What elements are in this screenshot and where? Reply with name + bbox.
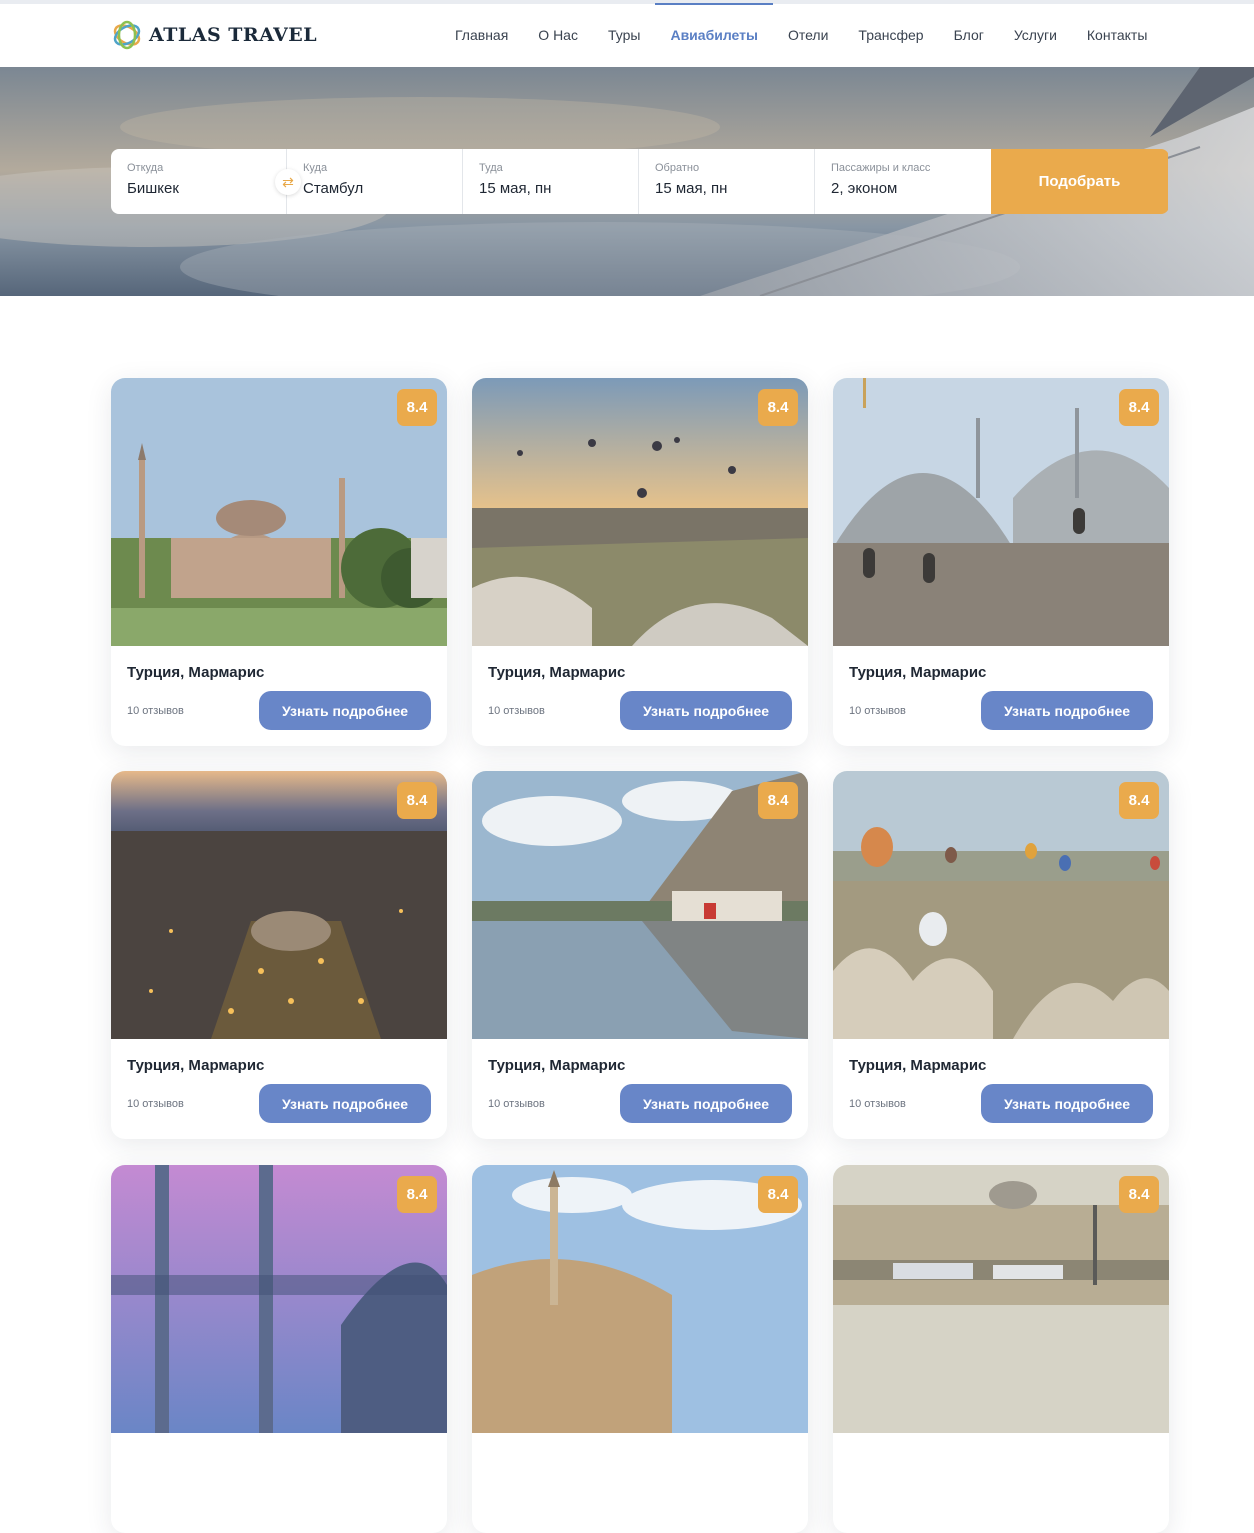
logo-text: ATLAS TRAVEL bbox=[149, 24, 318, 46]
details-button[interactable]: Узнать подробнее bbox=[259, 1084, 431, 1123]
details-button[interactable]: Узнать подробнее bbox=[259, 691, 431, 730]
details-button[interactable]: Узнать подробнее bbox=[981, 691, 1153, 730]
card-title: Турция, Мармарис bbox=[488, 664, 626, 681]
nav-item-blog[interactable]: Блог bbox=[939, 4, 999, 67]
details-button[interactable]: Узнать подробнее bbox=[620, 691, 792, 730]
card-image[interactable]: 8.4 bbox=[833, 1165, 1169, 1433]
card-title: Турция, Мармарис bbox=[488, 1057, 626, 1074]
tour-card: 8.4 Турция, Мармарис 10 отзывов Узнать п… bbox=[472, 378, 808, 746]
card-image[interactable]: 8.4 bbox=[833, 771, 1169, 1039]
return-date-field[interactable]: Обратно 15 мая, пн bbox=[639, 149, 815, 214]
from-label: Откуда bbox=[127, 162, 164, 174]
card-title: Турция, Мармарис bbox=[127, 1057, 265, 1074]
card-reviews[interactable]: 10 отзывов bbox=[488, 705, 545, 717]
rating-badge: 8.4 bbox=[1119, 782, 1159, 819]
nav-item-services[interactable]: Услуги bbox=[999, 4, 1072, 67]
nav-item-home[interactable]: Главная bbox=[440, 4, 523, 67]
tour-card: 8.4 bbox=[833, 1165, 1169, 1533]
card-reviews[interactable]: 10 отзывов bbox=[127, 1098, 184, 1110]
depart-value: 15 мая, пн bbox=[479, 180, 552, 197]
tour-card: 8.4 Турция, Мармарис 10 отзывов Узнать п… bbox=[833, 378, 1169, 746]
passengers-value: 2, эконом bbox=[831, 180, 898, 197]
to-field[interactable]: Куда Стамбул bbox=[287, 149, 463, 214]
card-title: Турция, Мармарис bbox=[849, 1057, 987, 1074]
passengers-field[interactable]: Пассажиры и класс 2, эконом bbox=[815, 149, 991, 214]
return-value: 15 мая, пн bbox=[655, 180, 728, 197]
flight-search-form: Откуда Бишкек ⇄ Куда Стамбул Туда 15 мая… bbox=[111, 149, 1169, 214]
logo[interactable]: ATLAS TRAVEL bbox=[111, 19, 317, 51]
card-reviews[interactable]: 10 отзывов bbox=[849, 705, 906, 717]
swap-arrows-icon[interactable]: ⇄ bbox=[275, 169, 301, 195]
card-image[interactable]: 8.4 bbox=[111, 1165, 447, 1433]
rating-badge: 8.4 bbox=[397, 389, 437, 426]
card-image[interactable]: 8.4 bbox=[111, 771, 447, 1039]
card-reviews[interactable]: 10 отзывов bbox=[127, 705, 184, 717]
details-button[interactable]: Узнать подробнее bbox=[981, 1084, 1153, 1123]
from-value: Бишкек bbox=[127, 180, 179, 197]
rating-badge: 8.4 bbox=[758, 389, 798, 426]
nav-item-hotels[interactable]: Отели bbox=[773, 4, 843, 67]
hero-banner: Откуда Бишкек ⇄ Куда Стамбул Туда 15 мая… bbox=[0, 67, 1254, 296]
rating-badge: 8.4 bbox=[758, 1176, 798, 1213]
return-label: Обратно bbox=[655, 162, 700, 174]
nav-item-about[interactable]: О Нас bbox=[523, 4, 593, 67]
card-image[interactable]: 8.4 bbox=[111, 378, 447, 646]
site-header: ATLAS TRAVEL Главная О Нас Туры Авиабиле… bbox=[0, 3, 1254, 67]
card-image[interactable]: 8.4 bbox=[472, 1165, 808, 1433]
nav-item-contacts[interactable]: Контакты bbox=[1072, 4, 1162, 67]
card-title: Турция, Мармарис bbox=[849, 664, 987, 681]
to-label: Куда bbox=[303, 162, 328, 174]
details-button[interactable]: Узнать подробнее bbox=[620, 1084, 792, 1123]
depart-date-field[interactable]: Туда 15 мая, пн bbox=[463, 149, 639, 214]
card-image[interactable]: 8.4 bbox=[472, 771, 808, 1039]
card-title: Турция, Мармарис bbox=[127, 664, 265, 681]
passengers-label: Пассажиры и класс bbox=[831, 162, 931, 174]
tour-card: 8.4 Турция, Мармарис 10 отзывов Узнать п… bbox=[833, 771, 1169, 1139]
tour-card: 8.4 bbox=[111, 1165, 447, 1533]
nav-item-tours[interactable]: Туры bbox=[593, 4, 655, 67]
search-submit-button[interactable]: Подобрать bbox=[991, 149, 1168, 214]
card-image[interactable]: 8.4 bbox=[833, 378, 1169, 646]
depart-label: Туда bbox=[479, 162, 503, 174]
nav-item-flights[interactable]: Авиабилеты bbox=[655, 3, 773, 67]
rating-badge: 8.4 bbox=[758, 782, 798, 819]
nav-item-transfer[interactable]: Трансфер bbox=[843, 4, 938, 67]
main-nav: Главная О Нас Туры Авиабилеты Отели Тран… bbox=[440, 3, 1162, 67]
rating-badge: 8.4 bbox=[397, 1176, 437, 1213]
rating-badge: 8.4 bbox=[1119, 1176, 1159, 1213]
card-reviews[interactable]: 10 отзывов bbox=[849, 1098, 906, 1110]
rating-badge: 8.4 bbox=[1119, 389, 1159, 426]
tour-card: 8.4 Турция, Мармарис 10 отзывов Узнать п… bbox=[111, 771, 447, 1139]
from-field[interactable]: Откуда Бишкек ⇄ bbox=[111, 149, 301, 214]
card-image[interactable]: 8.4 bbox=[472, 378, 808, 646]
logo-mark-icon bbox=[113, 20, 141, 50]
tour-card: 8.4 Турция, Мармарис 10 отзывов Узнать п… bbox=[472, 771, 808, 1139]
tour-card: 8.4 Турция, Мармарис 10 отзывов Узнать п… bbox=[111, 378, 447, 746]
card-reviews[interactable]: 10 отзывов bbox=[488, 1098, 545, 1110]
rating-badge: 8.4 bbox=[397, 782, 437, 819]
to-value: Стамбул bbox=[303, 180, 364, 197]
tour-card: 8.4 bbox=[472, 1165, 808, 1533]
